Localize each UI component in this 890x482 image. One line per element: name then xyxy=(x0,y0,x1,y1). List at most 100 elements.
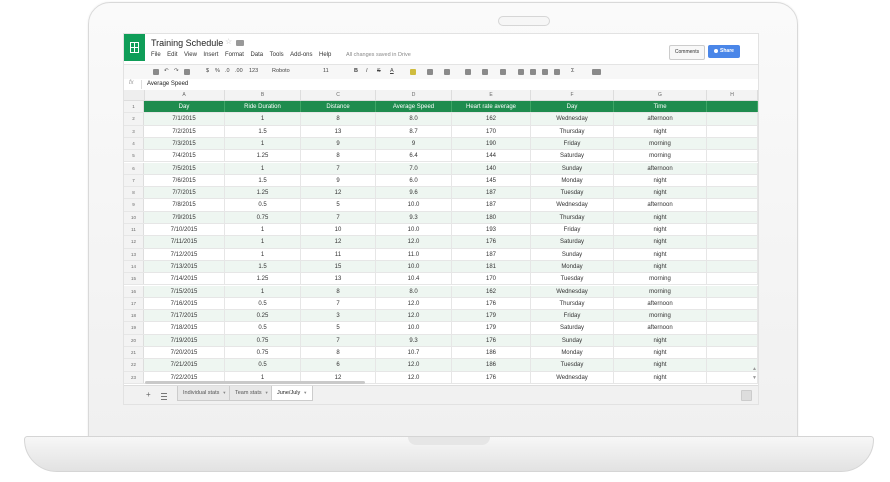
horizontal-align-icon[interactable] xyxy=(465,69,471,75)
table-cell[interactable]: 179 xyxy=(452,322,531,334)
table-cell[interactable]: night xyxy=(614,347,707,359)
table-cell[interactable]: 7 xyxy=(301,297,376,310)
table-cell[interactable]: Wednesday xyxy=(531,285,614,297)
table-cell[interactable]: night xyxy=(614,125,707,137)
table-cell[interactable] xyxy=(707,137,758,150)
table-cell[interactable] xyxy=(707,260,758,273)
table-cell[interactable]: 170 xyxy=(452,273,531,285)
table-cell[interactable] xyxy=(707,199,758,211)
table-cell[interactable]: 1.5 xyxy=(225,125,301,137)
table-cell[interactable]: afternoon xyxy=(614,162,707,174)
increase-decimal-button[interactable]: .00 xyxy=(235,68,243,74)
table-cell[interactable]: 7/19/2015 xyxy=(144,334,225,346)
table-cell[interactable]: Saturday xyxy=(531,150,614,162)
table-cell[interactable]: 8 xyxy=(301,150,376,162)
table-cell[interactable]: 12.0 xyxy=(376,359,452,371)
menu-insert[interactable]: Insert xyxy=(203,52,218,58)
input-tools-icon[interactable] xyxy=(592,69,601,75)
header-cell[interactable]: Ride Duration xyxy=(225,101,301,113)
table-cell[interactable]: 7/4/2015 xyxy=(144,150,225,162)
table-cell[interactable] xyxy=(707,224,758,236)
currency-button[interactable]: $ xyxy=(206,68,209,74)
header-cell[interactable]: Heart rate average xyxy=(452,101,531,113)
scroll-down-arrow-icon[interactable]: ▼ xyxy=(752,375,757,381)
header-cell[interactable]: Day xyxy=(144,101,225,113)
table-cell[interactable]: 0.5 xyxy=(225,322,301,334)
table-cell[interactable]: 176 xyxy=(452,371,531,383)
table-cell[interactable]: 10.7 xyxy=(376,347,452,359)
table-cell[interactable]: 6.0 xyxy=(376,174,452,187)
table-cell[interactable]: 8 xyxy=(301,347,376,359)
table-cell[interactable] xyxy=(707,125,758,137)
font-select[interactable]: Roboto xyxy=(272,68,290,74)
table-cell[interactable]: 10.0 xyxy=(376,322,452,334)
table-cell[interactable]: 179 xyxy=(452,310,531,322)
table-cell[interactable]: morning xyxy=(614,273,707,285)
table-cell[interactable]: 7/11/2015 xyxy=(144,236,225,248)
table-cell[interactable]: 1.25 xyxy=(225,187,301,199)
table-cell[interactable]: 176 xyxy=(452,334,531,346)
table-cell[interactable] xyxy=(707,211,758,223)
table-cell[interactable]: night xyxy=(614,371,707,383)
row-number[interactable]: 22 xyxy=(124,359,144,371)
table-cell[interactable]: Monday xyxy=(531,347,614,359)
table-cell[interactable] xyxy=(707,322,758,334)
table-cell[interactable]: 8.0 xyxy=(376,285,452,297)
table-cell[interactable]: Sunday xyxy=(531,248,614,260)
table-cell[interactable]: 144 xyxy=(452,150,531,162)
table-cell[interactable]: Sunday xyxy=(531,162,614,174)
table-cell[interactable]: Wednesday xyxy=(531,371,614,383)
font-size-select[interactable]: 11 xyxy=(323,68,329,74)
table-cell[interactable]: 187 xyxy=(452,187,531,199)
table-cell[interactable]: Monday xyxy=(531,174,614,187)
table-cell[interactable]: night xyxy=(614,187,707,199)
table-cell[interactable]: 11 xyxy=(301,248,376,260)
table-cell[interactable]: 1.5 xyxy=(225,174,301,187)
table-cell[interactable]: Tuesday xyxy=(531,187,614,199)
bold-button[interactable]: B xyxy=(354,68,358,74)
table-cell[interactable]: Tuesday xyxy=(531,359,614,371)
table-cell[interactable]: 7/1/2015 xyxy=(144,113,225,125)
table-cell[interactable]: 7/17/2015 xyxy=(144,310,225,322)
paint-format-icon[interactable] xyxy=(184,69,190,75)
table-cell[interactable]: night xyxy=(614,211,707,223)
table-cell[interactable]: 0.75 xyxy=(225,347,301,359)
table-cell[interactable]: 0.25 xyxy=(225,310,301,322)
table-cell[interactable]: 1 xyxy=(225,162,301,174)
header-cell[interactable]: Distance xyxy=(301,101,376,113)
menu-data[interactable]: Data xyxy=(250,52,263,58)
row-number[interactable]: 4 xyxy=(124,137,144,150)
row-number[interactable]: 16 xyxy=(124,285,144,297)
row-number[interactable]: 23 xyxy=(124,371,144,383)
table-cell[interactable]: night xyxy=(614,236,707,248)
row-number[interactable]: 20 xyxy=(124,334,144,346)
table-cell[interactable]: Saturday xyxy=(531,236,614,248)
table-cell[interactable]: morning xyxy=(614,310,707,322)
table-cell[interactable] xyxy=(707,310,758,322)
table-cell[interactable]: 13 xyxy=(301,125,376,137)
row-number[interactable]: 13 xyxy=(124,248,144,260)
scroll-up-arrow-icon[interactable]: ▲ xyxy=(752,366,757,372)
table-cell[interactable]: 1 xyxy=(225,224,301,236)
table-cell[interactable]: 7/14/2015 xyxy=(144,273,225,285)
horizontal-scrollbar[interactable] xyxy=(145,381,365,384)
table-cell[interactable]: Wednesday xyxy=(531,199,614,211)
table-cell[interactable]: 1 xyxy=(225,236,301,248)
table-cell[interactable]: 8 xyxy=(301,113,376,125)
column-header-e[interactable]: E xyxy=(452,90,531,100)
table-cell[interactable]: Thursday xyxy=(531,211,614,223)
formula-input[interactable]: Average Speed xyxy=(147,81,188,87)
table-cell[interactable]: afternoon xyxy=(614,199,707,211)
row-number[interactable]: 3 xyxy=(124,125,144,137)
row-number[interactable]: 1 xyxy=(124,101,144,113)
table-cell[interactable]: 12.0 xyxy=(376,236,452,248)
table-cell[interactable]: night xyxy=(614,359,707,371)
table-cell[interactable]: 8.0 xyxy=(376,113,452,125)
table-cell[interactable]: 7 xyxy=(301,211,376,223)
table-cell[interactable]: 10 xyxy=(301,224,376,236)
row-number[interactable]: 19 xyxy=(124,322,144,334)
table-cell[interactable]: 1 xyxy=(225,285,301,297)
italic-button[interactable]: I xyxy=(366,68,368,74)
row-number[interactable]: 18 xyxy=(124,310,144,322)
table-cell[interactable]: 7 xyxy=(301,162,376,174)
